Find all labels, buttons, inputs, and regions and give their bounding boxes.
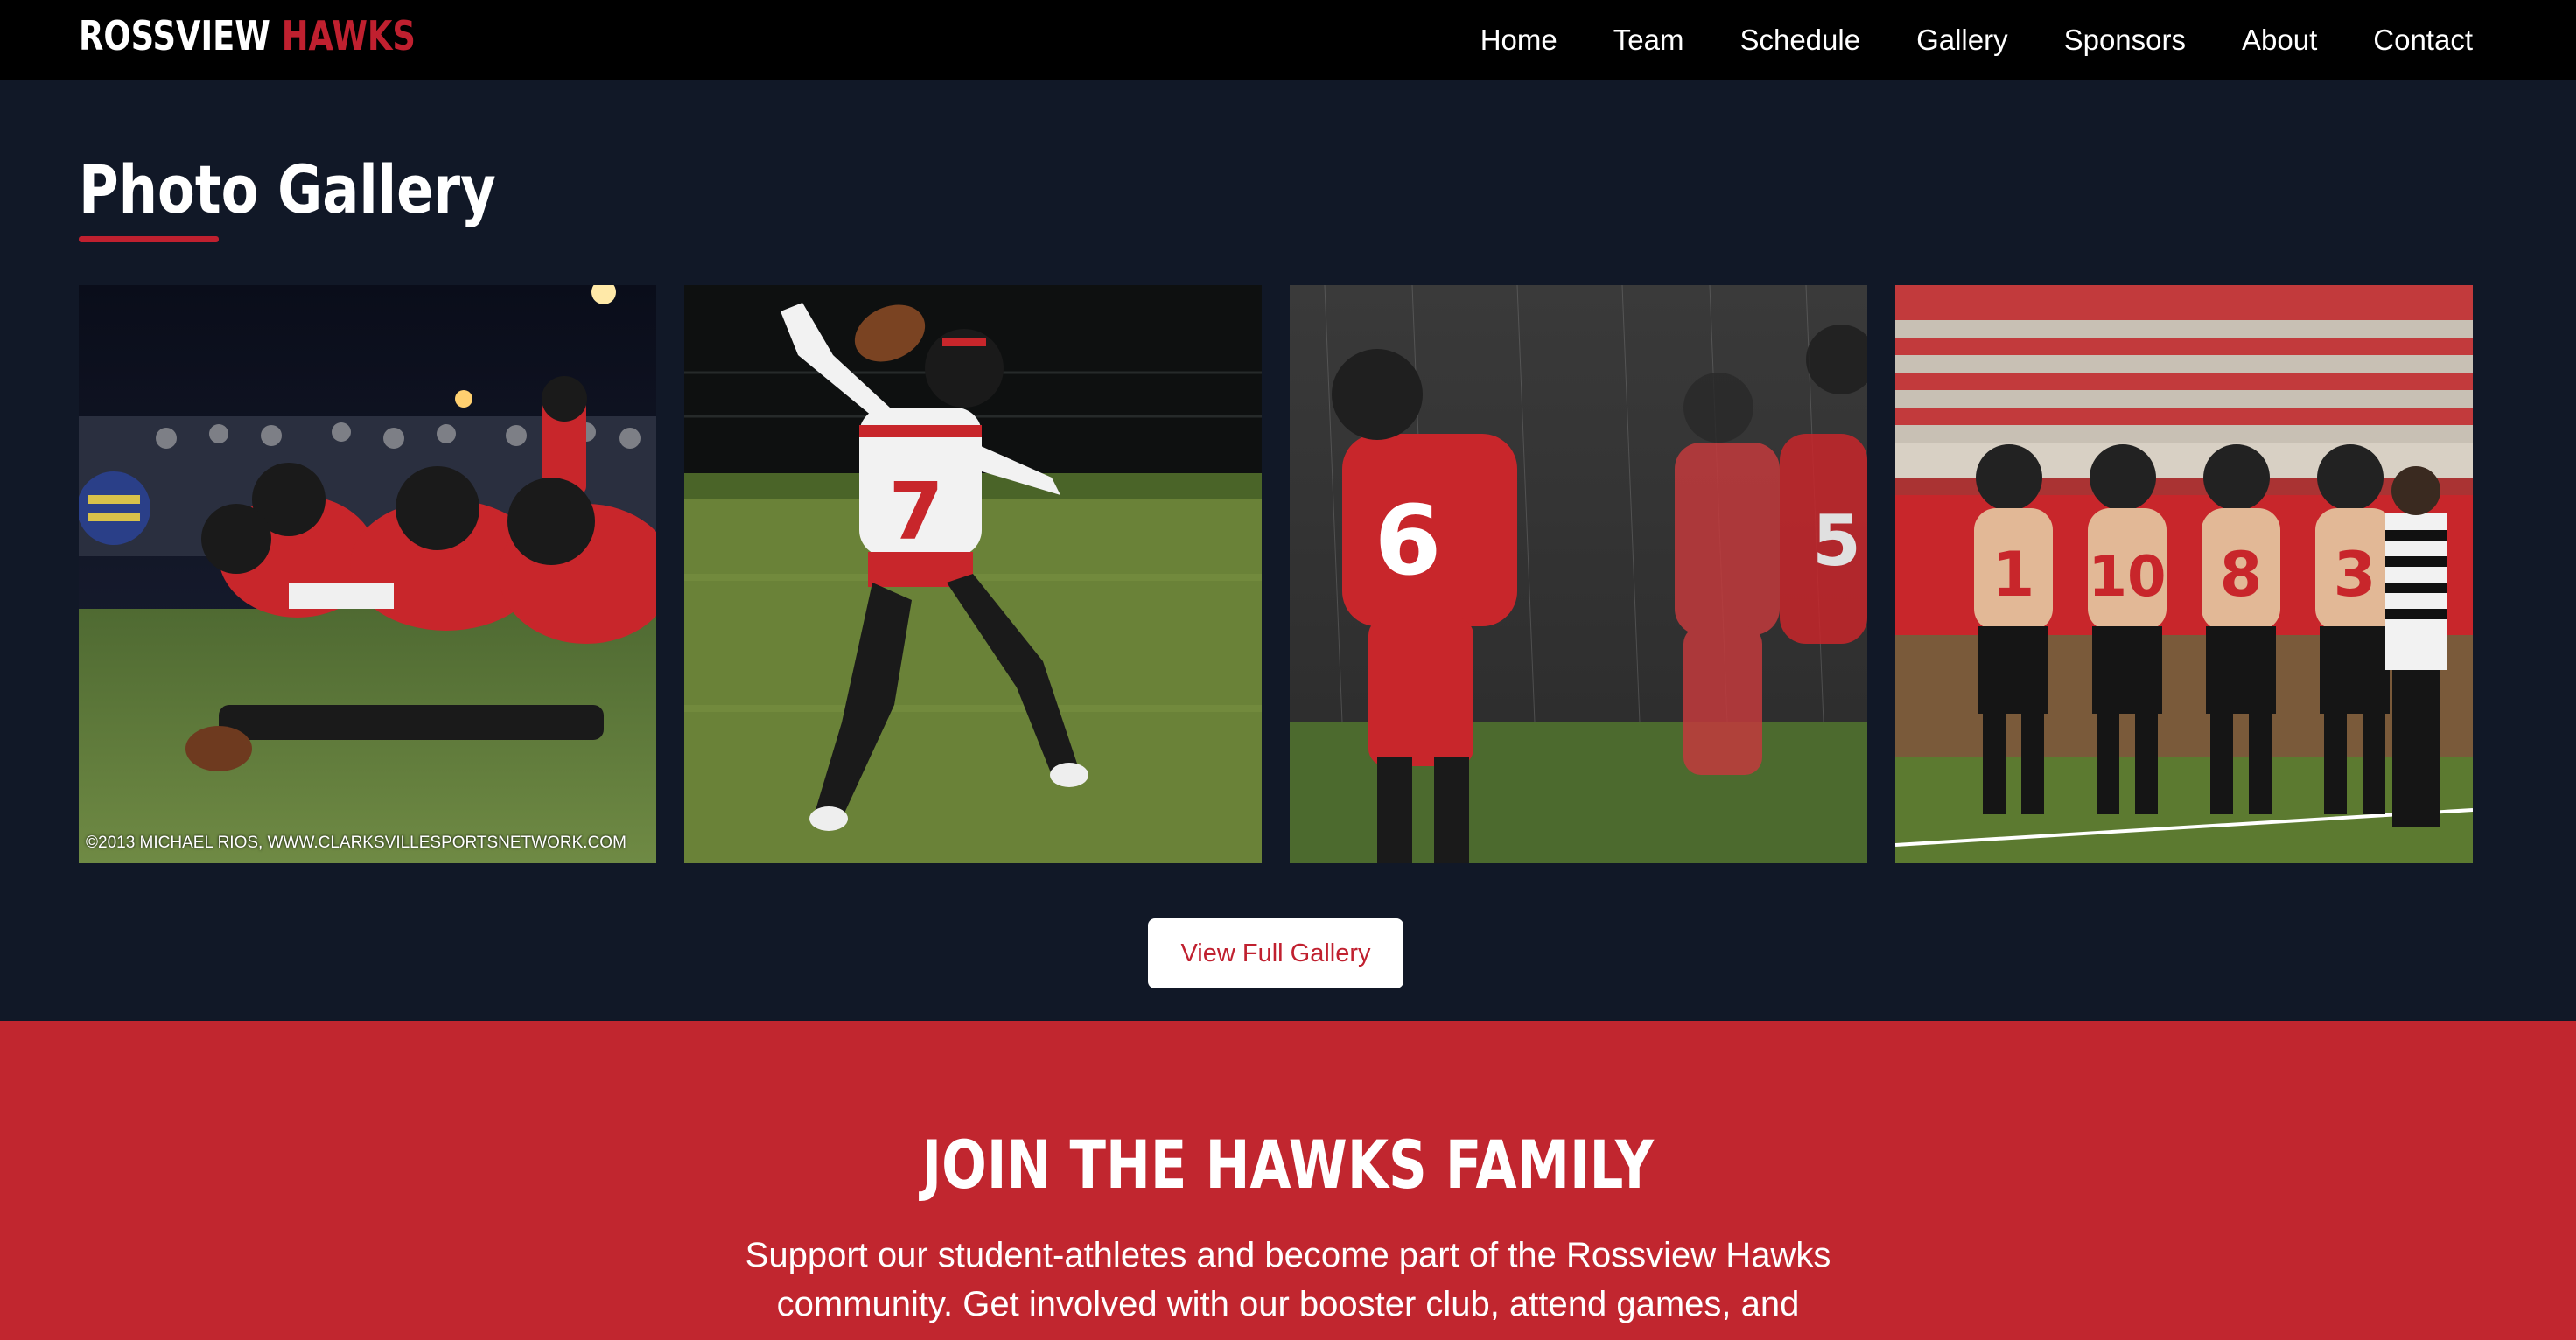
title-underline [79,236,219,242]
join-description: Support our student-athletes and become … [745,1236,1831,1323]
nav-link-gallery[interactable]: Gallery [1916,24,2008,57]
brand-name-part2: HAWKS [281,12,416,59]
nav-links: Home Team Schedule Gallery Sponsors Abou… [1424,0,2473,80]
join-title-text: JOIN THE HAWKS FAMILY [921,1126,1655,1204]
gallery-photo-2[interactable]: 7 [684,285,1262,863]
nav-link-team[interactable]: Team [1614,24,1684,57]
svg-text:1: 1 [1992,539,2035,611]
nav-link-sponsors[interactable]: Sponsors [2064,24,2186,57]
brand-logo[interactable]: ROSSVIEW HAWKS [79,12,416,59]
players-in-rain-image: 6 5 [1290,285,1867,863]
svg-text:8: 8 [2220,539,2263,611]
nav-link-schedule[interactable]: Schedule [1740,24,1860,57]
svg-text:7: 7 [889,466,944,558]
photo-gallery-section: Photo Gallery ©2013 MICHAEL RIOS, WWW.CL… [0,80,2576,1021]
line-of-scrimmage-image [79,285,656,863]
svg-text:5: 5 [1812,500,1861,582]
svg-text:3: 3 [2334,539,2376,611]
join-title: JOIN THE HAWKS FAMILY [0,1126,2576,1204]
photo-watermark: ©2013 MICHAEL RIOS, WWW.CLARKSVILLESPORT… [86,834,626,852]
gallery-photo-4[interactable]: 1 10 8 3 [1895,285,2473,863]
top-navbar: ROSSVIEW HAWKS Home Team Schedule Galler… [0,0,2576,80]
nav-link-contact[interactable]: Contact [2373,24,2473,57]
team-captains-image: 1 10 8 3 [1895,285,2473,863]
gallery-photo-1[interactable]: ©2013 MICHAEL RIOS, WWW.CLARKSVILLESPORT… [79,285,656,863]
svg-text:6: 6 [1375,485,1442,597]
nav-link-about[interactable]: About [2242,24,2317,57]
quarterback-image: 7 [684,285,1262,863]
gallery-photo-3[interactable]: 6 5 [1290,285,1867,863]
svg-text:10: 10 [2088,545,2166,610]
brand-name-part1: ROSSVIEW [79,12,270,59]
nav-link-home[interactable]: Home [1480,24,1558,57]
view-full-gallery-button[interactable]: View Full Gallery [1148,918,1404,988]
section-title: Photo Gallery [79,150,496,228]
join-section: JOIN THE HAWKS FAMILY Support our studen… [0,1021,2576,1340]
